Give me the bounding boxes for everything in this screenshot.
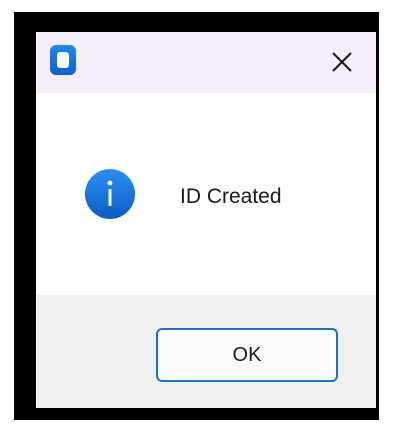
message-dialog: ID Created OK <box>36 32 376 408</box>
info-icon <box>85 169 135 219</box>
app-icon <box>50 45 76 75</box>
title-bar[interactable] <box>36 32 376 93</box>
dialog-body: ID Created <box>36 93 376 295</box>
dialog-message: ID Created <box>180 185 282 208</box>
dialog-footer: OK <box>36 295 376 408</box>
close-button[interactable] <box>322 46 362 78</box>
ok-button[interactable]: OK <box>156 328 338 382</box>
close-icon <box>332 52 352 72</box>
